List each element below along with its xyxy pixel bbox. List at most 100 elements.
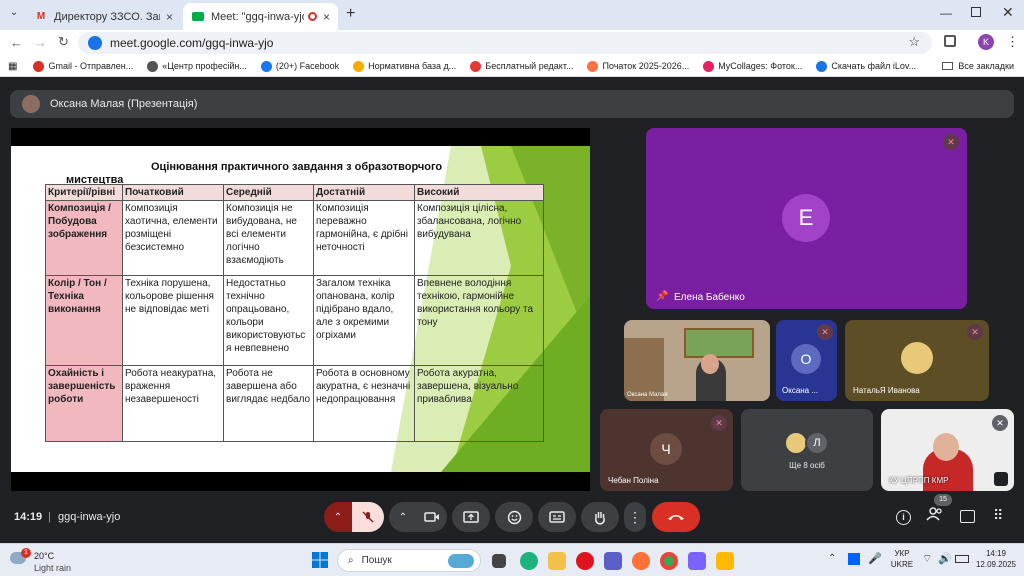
leave-call-button[interactable] xyxy=(652,502,700,532)
more-options-button[interactable]: ⋮ xyxy=(624,502,646,532)
firefox-icon[interactable] xyxy=(632,552,650,570)
close-tab-icon[interactable]: × xyxy=(323,10,330,24)
info-icon[interactable]: i xyxy=(896,510,911,525)
back-icon[interactable]: ← xyxy=(10,35,23,50)
profile-avatar[interactable]: K xyxy=(978,34,994,50)
present-button[interactable] xyxy=(452,502,490,532)
close-tab-icon[interactable]: × xyxy=(166,10,173,24)
search-highlight-icon xyxy=(448,554,474,568)
chat-icon[interactable] xyxy=(960,510,975,523)
avatar: О xyxy=(791,344,821,374)
bookmark-label: Початок 2025-2026... xyxy=(602,61,690,71)
restore-icon[interactable] xyxy=(971,7,981,17)
site-info-icon[interactable] xyxy=(88,36,102,50)
tab-email[interactable]: M Директору ЗЗСО. Запрошення × xyxy=(26,3,181,30)
apps-icon[interactable]: ▦ xyxy=(8,61,17,72)
meeting-divider: | xyxy=(48,511,51,523)
bookmark-item[interactable]: MyCollages: Фоток... xyxy=(703,60,802,72)
video-options-button[interactable]: ⌃ xyxy=(389,502,417,532)
reload-icon[interactable]: ↻ xyxy=(58,34,69,50)
clock[interactable]: 14:19 12.09.2025 xyxy=(972,548,1020,570)
pin-icon[interactable]: 📌 xyxy=(656,291,668,302)
language-indicator[interactable]: УКР UKRE xyxy=(888,548,916,570)
teams-icon[interactable] xyxy=(604,552,622,570)
dropbox-icon[interactable] xyxy=(848,553,860,565)
file-explorer-icon[interactable] xyxy=(548,552,566,570)
taskbar-search[interactable]: ⌕ Пошук xyxy=(337,549,481,572)
table-cell: Робота акуратна, завершена, візуально пр… xyxy=(414,365,544,442)
battery-icon[interactable] xyxy=(955,555,969,563)
bookmark-star-icon[interactable]: ☆ xyxy=(908,34,920,50)
more-participants-tile[interactable]: Л Ще 8 осіб xyxy=(741,409,873,491)
shared-slide[interactable]: Оцінювання практичного завдання з образо… xyxy=(11,128,590,491)
opera-icon[interactable] xyxy=(576,552,594,570)
bookmark-item[interactable]: Бесплатный редакт... xyxy=(470,60,573,72)
camera-toggle-button[interactable] xyxy=(417,502,447,532)
copilot-icon[interactable] xyxy=(688,552,706,570)
chrome-icon[interactable] xyxy=(660,552,678,570)
edge-icon[interactable] xyxy=(520,552,538,570)
new-tab-button[interactable]: + xyxy=(346,5,355,23)
participants-button[interactable]: 15 xyxy=(926,494,952,527)
address-bar[interactable]: meet.google.com/ggq-inwa-yjo ☆ xyxy=(78,32,932,54)
table-cell: Техніка порушена, кольорове рішення не в… xyxy=(122,275,224,366)
close-window-icon[interactable]: ✕ xyxy=(1002,4,1014,21)
audio-options-button[interactable]: ⌃ xyxy=(324,502,352,532)
weather-widget[interactable]: 1 20°C Light rain xyxy=(10,548,100,574)
expand-icon[interactable] xyxy=(994,472,1008,486)
tray-overflow-icon[interactable]: ⌃ xyxy=(828,553,836,564)
avatar: Ч xyxy=(650,433,682,465)
slide-canvas: Оцінювання практичного завдання з образо… xyxy=(11,146,590,472)
bookmark-item[interactable]: «Центр професійн... xyxy=(147,60,247,72)
participant-name: НатальЯ Иванова xyxy=(853,386,920,395)
avatar: Е xyxy=(782,194,830,242)
forward-icon[interactable]: → xyxy=(34,35,47,50)
menu-icon[interactable]: ⋮ xyxy=(1006,34,1019,50)
participant-tile[interactable]: Оксана Малая xyxy=(624,320,770,401)
participant-tile[interactable]: ✕ КУ ЦПРПП КМР xyxy=(881,409,1014,491)
bookmark-favicon-icon xyxy=(587,60,599,72)
participant-tile[interactable]: ✕ Е 📌 Елена Бабенко xyxy=(646,128,967,309)
weather-badge: 1 xyxy=(21,548,31,558)
tab-strip: ⌄ M Директору ЗЗСО. Запрошення × Meet: "… xyxy=(0,0,1024,30)
participant-tile[interactable]: ✕ НатальЯ Иванова xyxy=(845,320,989,401)
task-view-icon[interactable] xyxy=(492,554,506,568)
extensions-icon[interactable] xyxy=(944,35,956,47)
mic-off-icon: ✕ xyxy=(967,324,983,340)
column-header: Критерії/рівні xyxy=(45,184,123,201)
url-text: meet.google.com/ggq-inwa-yjo xyxy=(110,36,274,50)
mic-toggle-button[interactable] xyxy=(352,502,384,532)
bookmark-item[interactable]: (20+) Facebook xyxy=(260,60,339,72)
mic-off-icon: ✕ xyxy=(817,324,833,340)
activities-icon[interactable]: ⠿ xyxy=(993,507,1003,524)
video-poster xyxy=(684,328,754,358)
captions-button[interactable] xyxy=(538,502,576,532)
mic-tray-icon[interactable]: 🎤 xyxy=(868,552,882,565)
folder-icon[interactable] xyxy=(716,552,734,570)
video-face xyxy=(701,354,719,374)
emoji-icon xyxy=(507,510,521,524)
language-top: УКР xyxy=(894,549,910,558)
bookmark-item[interactable]: Нормативна база д... xyxy=(353,60,456,72)
column-header: Початковий xyxy=(122,184,224,201)
bookmark-item[interactable]: Скачать файл iLov... xyxy=(816,60,916,72)
presentation-header: Оксана Малая (Презентація) xyxy=(10,90,1014,118)
people-icon xyxy=(926,507,942,521)
tab-search-button[interactable]: ⌄ xyxy=(6,7,22,23)
reactions-button[interactable] xyxy=(495,502,533,532)
clock-date: 12.09.2025 xyxy=(975,560,1017,569)
minimize-icon[interactable]: — xyxy=(940,6,952,20)
raise-hand-button[interactable] xyxy=(581,502,619,532)
volume-icon[interactable]: 🔊 xyxy=(938,552,952,565)
bookmark-favicon-icon xyxy=(703,60,715,72)
wifi-icon[interactable]: ⌔ xyxy=(922,552,932,566)
participant-tile[interactable]: ✕ О Оксана ... xyxy=(776,320,837,401)
bookmark-item[interactable]: Gmail - Отправлен... xyxy=(33,60,133,72)
tab-meet[interactable]: Meet: "ggq-inwa-yjo" × xyxy=(183,3,338,30)
start-button[interactable] xyxy=(312,552,328,568)
participant-name: Оксана Малая xyxy=(627,392,668,398)
windows-icon xyxy=(312,552,328,568)
all-bookmarks[interactable]: Все закладки xyxy=(942,61,1014,71)
bookmark-item[interactable]: Початок 2025-2026... xyxy=(587,60,690,72)
participant-tile[interactable]: ✕ Ч Чебан Поліна xyxy=(600,409,733,491)
